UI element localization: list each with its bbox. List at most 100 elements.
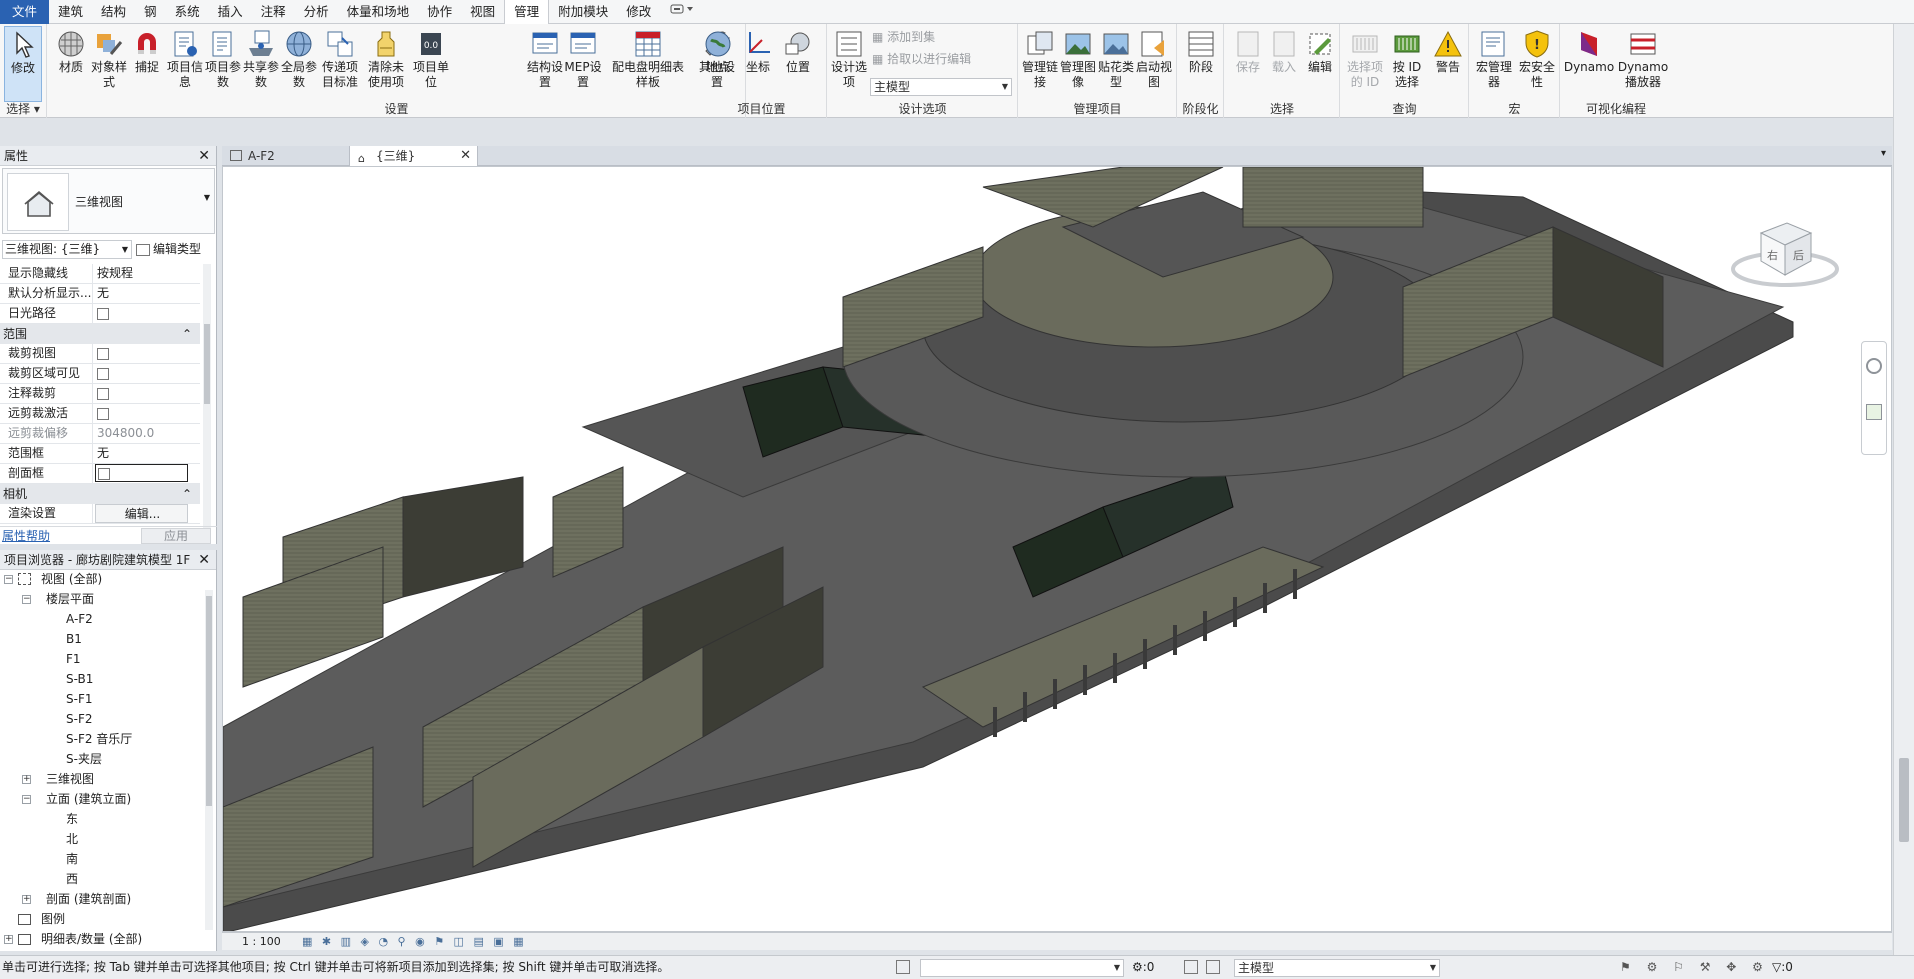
scrollbar-thumb[interactable]: [206, 596, 212, 806]
decal-types-button[interactable]: 贴花类型: [1097, 26, 1135, 102]
view-tab-3d[interactable]: ⌂ {三维} ✕: [350, 146, 478, 166]
coordinates-button[interactable]: 坐标: [739, 26, 777, 102]
tree-item-elevation-south[interactable]: 南: [66, 850, 78, 868]
workset-select[interactable]: ▼: [920, 959, 1124, 977]
zoom-region-icon[interactable]: [1866, 404, 1882, 420]
design-options-button[interactable]: 设计选项: [830, 26, 868, 102]
tab-insert[interactable]: 插入: [209, 0, 252, 24]
annotation-crop-checkbox[interactable]: [97, 388, 109, 400]
project-info-button[interactable]: 项目信息: [166, 26, 204, 102]
exclude-options-icon[interactable]: [1206, 960, 1220, 974]
phases-button[interactable]: 阶段: [1182, 26, 1220, 102]
tree-item-floor-s-f1[interactable]: S-F1: [66, 690, 92, 708]
tree-item-floor-s-f2-hall[interactable]: S-F2 音乐厅: [66, 730, 132, 748]
tree-item-elevation-north[interactable]: 北: [66, 830, 78, 848]
section-camera[interactable]: 相机 ⌃: [0, 484, 200, 504]
transfer-standards-button[interactable]: 传递项目标准: [318, 26, 362, 102]
3d-viewport[interactable]: 右 后: [222, 166, 1892, 932]
steering-wheel-icon[interactable]: [1866, 358, 1882, 374]
global-parameters-button[interactable]: 全局参数: [280, 26, 318, 102]
edit-type-button[interactable]: 编辑类型: [136, 240, 216, 259]
tab-addins[interactable]: 附加模块: [549, 0, 617, 24]
section-box-checkbox[interactable]: [98, 468, 110, 480]
close-tab-icon[interactable]: ✕: [460, 146, 471, 166]
design-option-select[interactable]: 主模型 ▼: [870, 78, 1012, 96]
filter-icon[interactable]: ▽:0: [1772, 956, 1793, 979]
render-edit-button[interactable]: 编辑...: [95, 504, 188, 523]
section-extents[interactable]: 范围 ⌃: [0, 324, 200, 344]
tree-item-elevation-west[interactable]: 西: [66, 870, 78, 888]
manage-links-button[interactable]: 管理链接: [1021, 26, 1059, 102]
scrollbar-thumb[interactable]: [204, 324, 210, 404]
load-selection-button[interactable]: 载入: [1265, 26, 1303, 102]
expand-toggle-icon[interactable]: +: [22, 895, 31, 904]
panel-schedule-template-button[interactable]: 配电盘明细表样板: [610, 26, 686, 102]
manage-images-button[interactable]: 管理图像: [1059, 26, 1097, 102]
tree-item-floor-s-b1[interactable]: S-B1: [66, 670, 93, 688]
tree-item-floor-s-mezzanine[interactable]: S-夹层: [66, 750, 102, 768]
macro-manager-button[interactable]: 宏管理器: [1472, 26, 1516, 102]
view-cube[interactable]: 右 后: [1727, 213, 1839, 293]
close-icon[interactable]: ✕: [198, 550, 210, 570]
browser-scrollbar[interactable]: [205, 590, 213, 930]
edit-selection-button[interactable]: 编辑: [1301, 26, 1339, 102]
tab-analyze[interactable]: 分析: [295, 0, 338, 24]
starting-view-button[interactable]: 启动视图: [1135, 26, 1173, 102]
add-to-set-button[interactable]: ▦ 添加到集: [872, 28, 935, 46]
tab-list-dropdown-icon[interactable]: ▾: [1881, 148, 1886, 159]
structural-settings-button[interactable]: 结构设置: [526, 26, 564, 102]
ribbon-toggle-dropdown[interactable]: [660, 0, 704, 24]
modify-button[interactable]: 修改: [4, 26, 42, 102]
apply-button[interactable]: 应用: [141, 528, 211, 544]
tab-steel[interactable]: 钢: [135, 0, 166, 24]
tab-massing-site[interactable]: 体量和场地: [338, 0, 419, 24]
right-scrollbar[interactable]: [1893, 24, 1914, 955]
snaps-button[interactable]: 捕捉: [128, 26, 166, 102]
dynamo-button[interactable]: Dynamo: [1563, 26, 1615, 102]
project-units-button[interactable]: 0.0 项目单位: [412, 26, 450, 102]
view-tab-a-f2[interactable]: A-F2: [222, 146, 350, 166]
macro-security-button[interactable]: ! 宏安全性: [1516, 26, 1558, 102]
purge-unused-button[interactable]: 清除未使用项: [364, 26, 408, 102]
group-title-select[interactable]: 选择 ▾: [0, 102, 46, 117]
expand-toggle-icon[interactable]: +: [4, 935, 13, 944]
sun-path-checkbox[interactable]: [97, 308, 109, 320]
pick-to-edit-button[interactable]: ▦ 拾取以进行编辑: [872, 50, 971, 68]
view-instance-select[interactable]: 三维视图: {三维} ▼: [2, 240, 132, 259]
tab-systems[interactable]: 系统: [166, 0, 209, 24]
scrollbar-thumb[interactable]: [1899, 758, 1909, 842]
tree-item-floor-b1[interactable]: B1: [66, 630, 82, 648]
tab-structure[interactable]: 结构: [92, 0, 135, 24]
design-options-status-icon[interactable]: [1184, 960, 1198, 974]
tab-modify[interactable]: 修改: [617, 0, 660, 24]
shared-parameters-button[interactable]: 共享参数: [242, 26, 280, 102]
tab-collaborate[interactable]: 协作: [418, 0, 461, 24]
tab-file[interactable]: 文件: [0, 0, 50, 24]
crop-view-checkbox[interactable]: [97, 348, 109, 360]
location-button[interactable]: 地点: [699, 26, 737, 102]
view-scale[interactable]: 1 : 100: [242, 933, 281, 951]
collapse-toggle-icon[interactable]: −: [22, 595, 31, 604]
crop-region-visible-checkbox[interactable]: [97, 368, 109, 380]
tree-item-floor-f1[interactable]: F1: [66, 650, 81, 668]
collapse-toggle-icon[interactable]: −: [22, 795, 31, 804]
mep-settings-button[interactable]: MEP设置: [564, 26, 602, 102]
ids-of-selection-button[interactable]: 选择项的 ID: [1345, 26, 1385, 102]
tab-annotate[interactable]: 注释: [252, 0, 295, 24]
close-icon[interactable]: ✕: [198, 146, 210, 166]
tab-architecture[interactable]: 建筑: [49, 0, 92, 24]
type-selector[interactable]: 三维视图 ▼: [2, 168, 215, 234]
collapse-toggle-icon[interactable]: −: [4, 575, 13, 584]
project-parameters-button[interactable]: 项目参数: [204, 26, 242, 102]
properties-scrollbar[interactable]: [203, 264, 211, 534]
dynamo-player-button[interactable]: Dynamo 播放器: [1617, 26, 1669, 102]
materials-button[interactable]: 材质: [52, 26, 90, 102]
worksets-icon[interactable]: [896, 960, 910, 974]
view-control-icons[interactable]: ▦ ✱ ▥ ◈ ◔ ⚲ ◉ ⚑ ◫ ▤ ▣ ▦: [302, 933, 527, 951]
far-clip-checkbox[interactable]: [97, 408, 109, 420]
tree-item-floor-a-f2[interactable]: A-F2: [66, 610, 93, 628]
select-by-id-button[interactable]: 按 ID 选择: [1387, 26, 1427, 102]
editable-only-toggle[interactable]: ⚙:0: [1132, 956, 1154, 979]
tab-manage[interactable]: 管理: [504, 0, 550, 24]
save-selection-button[interactable]: 保存: [1229, 26, 1267, 102]
